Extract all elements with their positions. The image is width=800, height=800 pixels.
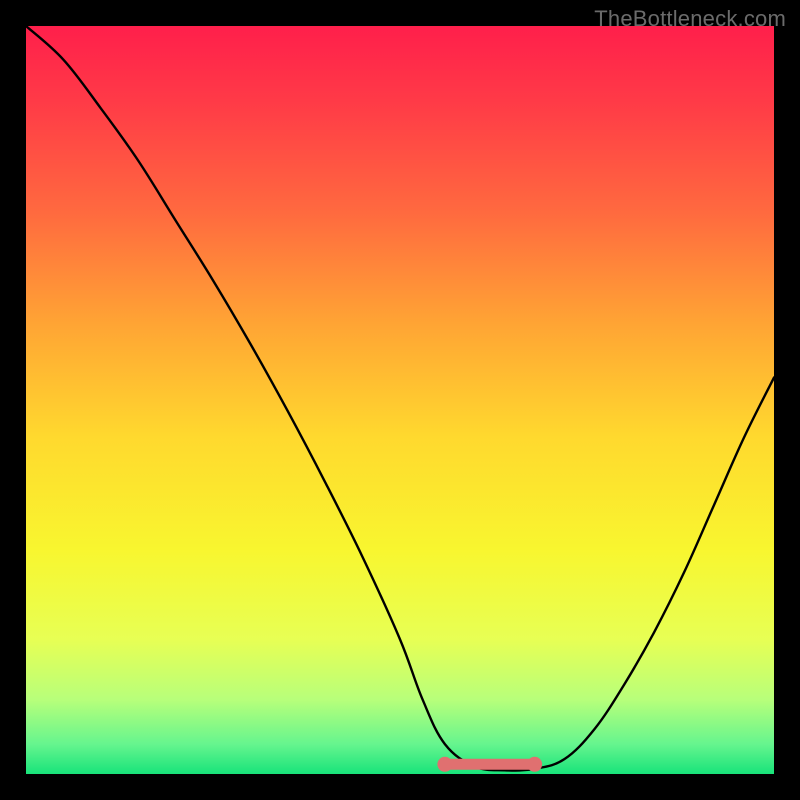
chart-frame: [26, 26, 774, 774]
plateau-marker: [437, 757, 542, 772]
watermark-text: TheBottleneck.com: [594, 6, 786, 32]
gradient-fill: [26, 26, 774, 774]
bottleneck-chart: [26, 26, 774, 774]
